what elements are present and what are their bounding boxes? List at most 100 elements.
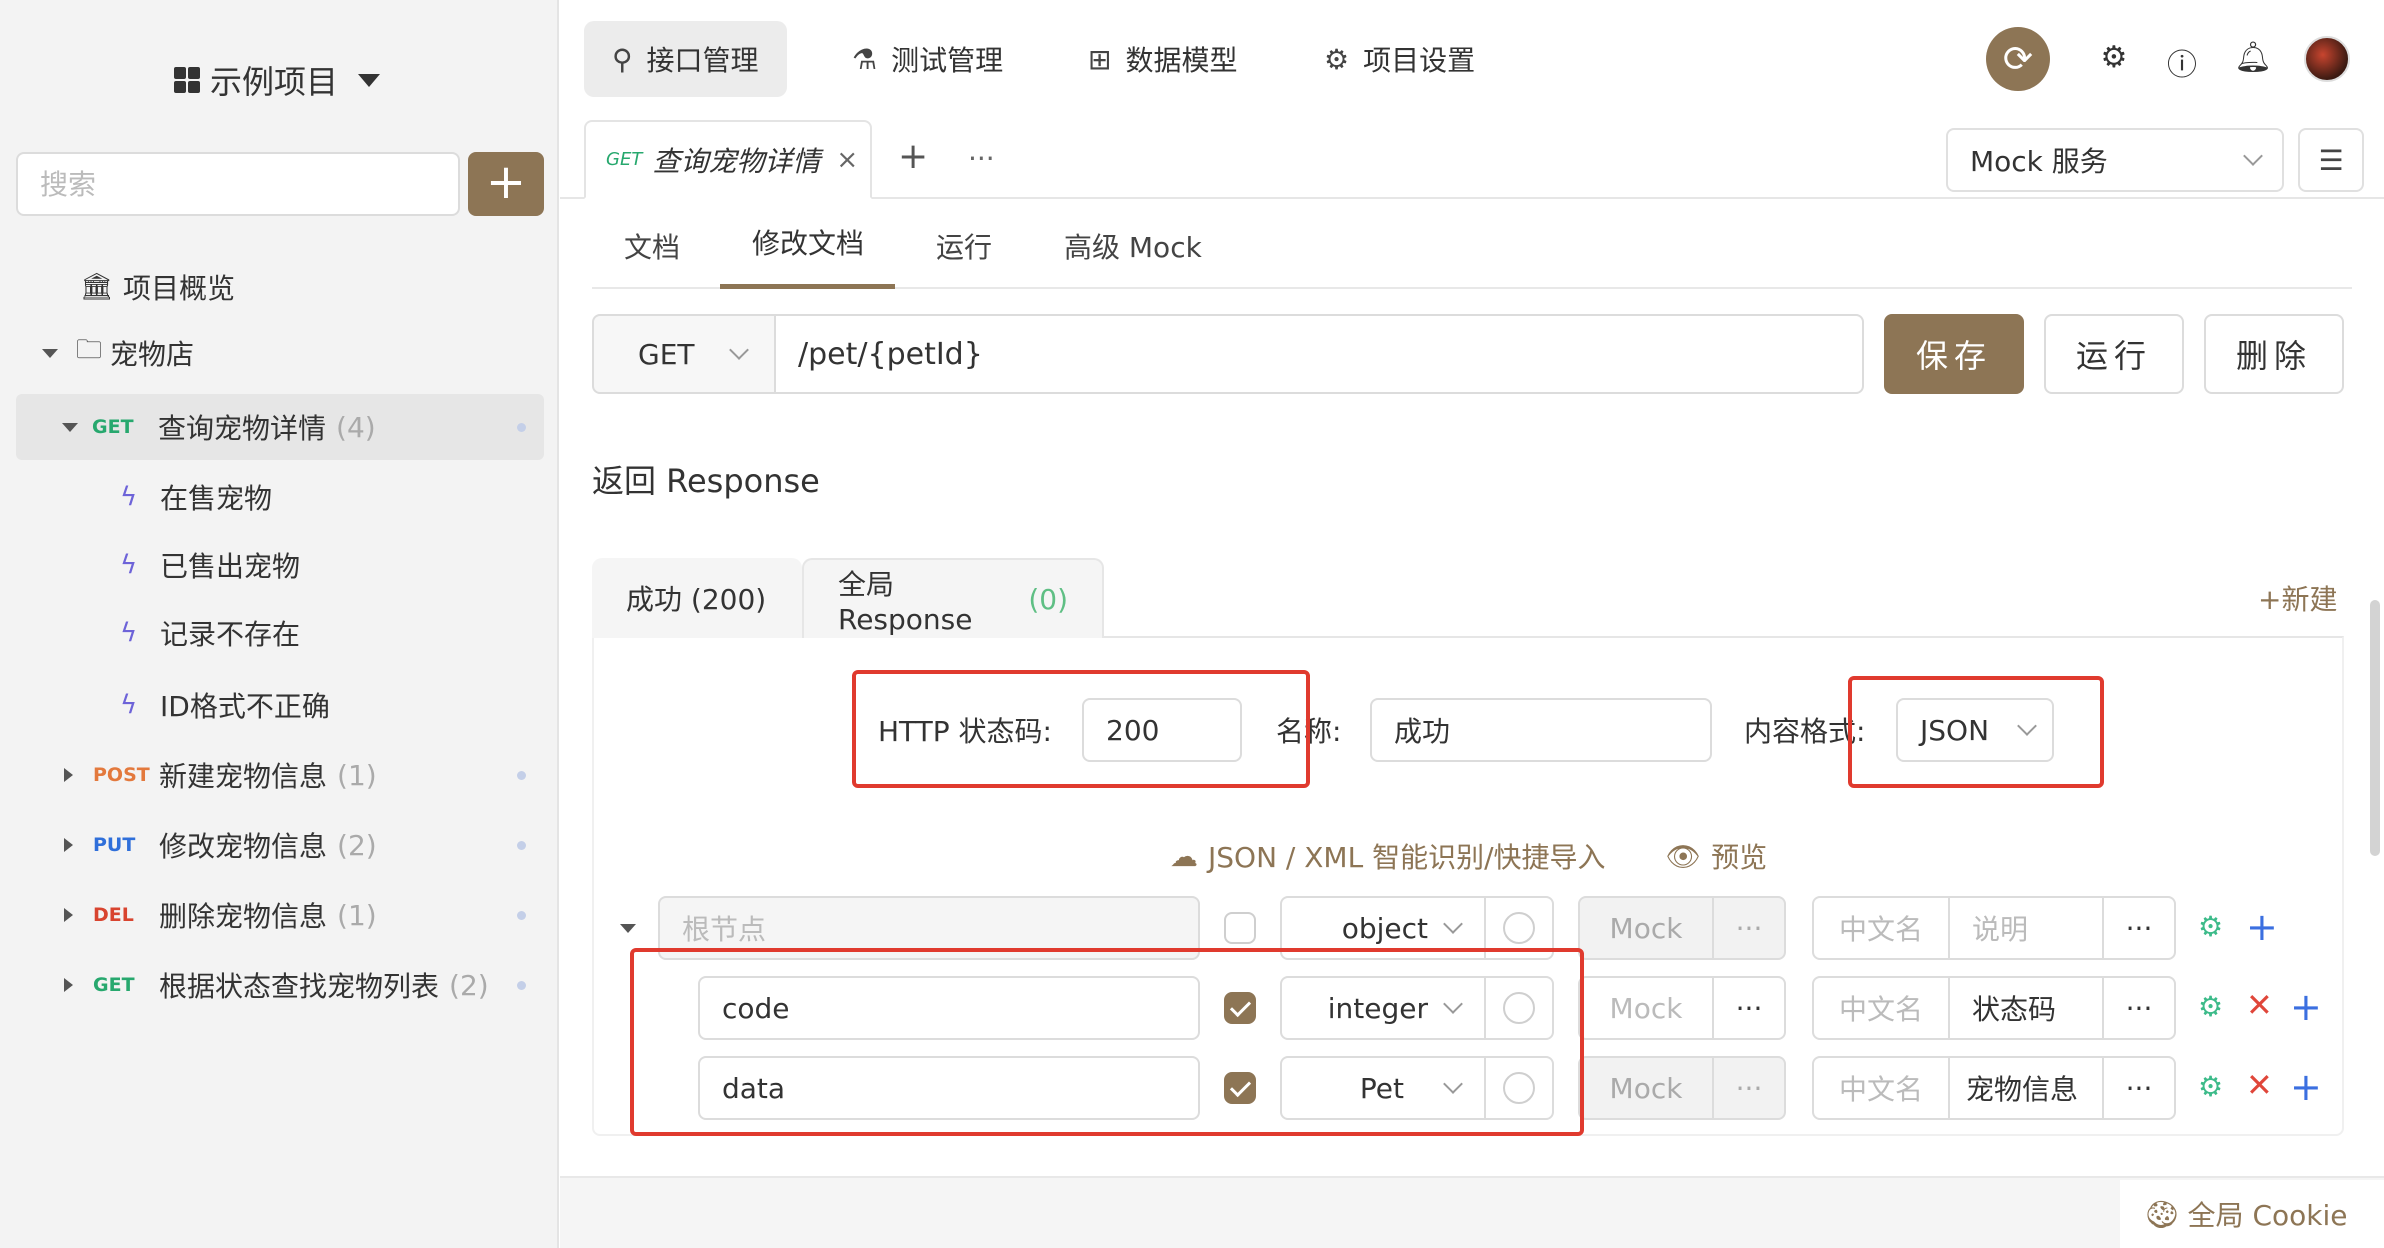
nav-test-management[interactable]: ⚗ 测试管理: [824, 21, 1031, 97]
grid-icon: [174, 67, 200, 93]
sidebar-endpoint-get-pet[interactable]: GET 查询宠物详情 (4): [16, 394, 544, 460]
delete-button[interactable]: 删除: [2204, 314, 2344, 394]
global-cookie-button[interactable]: 🍪︎ 全局 Cookie: [2120, 1180, 2384, 1248]
mock-more-button[interactable]: ···: [1712, 976, 1786, 1040]
content-format-select[interactable]: JSON: [1896, 698, 2054, 762]
path-input[interactable]: [774, 314, 1864, 394]
field-name-input[interactable]: code: [698, 976, 1200, 1040]
preview-link[interactable]: 预览: [1711, 836, 1767, 876]
caret-down-icon[interactable]: [620, 924, 636, 933]
field-name-input[interactable]: data: [698, 1056, 1200, 1120]
cn-name-field[interactable]: 中文名: [1812, 1056, 1950, 1120]
sidebar-folder-petstore[interactable]: 🗀 宠物店: [16, 320, 544, 386]
help-icon[interactable]: ⓘ: [2164, 40, 2200, 83]
status-code-label: HTTP 状态码:: [878, 715, 1052, 748]
method-select[interactable]: GET: [592, 314, 776, 394]
scrollbar[interactable]: [2370, 600, 2380, 856]
type-select[interactable]: integer: [1280, 976, 1486, 1040]
method-badge: DEL: [93, 904, 134, 926]
bolt-icon: ϟ: [120, 618, 138, 648]
more-button[interactable]: ···: [2102, 896, 2176, 960]
bolt-icon: ϟ: [120, 482, 138, 512]
delete-field-icon[interactable]: ✕: [2246, 986, 2273, 1024]
more-button[interactable]: ···: [2102, 1056, 2176, 1120]
mock-field[interactable]: Mock: [1578, 976, 1714, 1040]
nullable-checkbox[interactable]: [1503, 1072, 1535, 1104]
description-field[interactable]: 宠物信息: [1948, 1056, 2104, 1120]
new-response-button[interactable]: +新建: [2258, 578, 2337, 618]
section-title: 返回 Response: [592, 462, 820, 500]
more-tabs-button[interactable]: ···: [968, 142, 995, 175]
gear-icon[interactable]: ⚙: [2198, 990, 2223, 1023]
type-select[interactable]: object: [1280, 896, 1486, 960]
sidebar-case[interactable]: ϟ 在售宠物: [16, 464, 544, 530]
bolt-icon: ϟ: [120, 690, 138, 720]
type-value: object: [1341, 911, 1428, 945]
sidebar-endpoint-put-pet[interactable]: PUT 修改宠物信息 (2): [16, 812, 544, 878]
sidebar: 示例项目 + 🏛 项目概览 🗀 宠物店 GET 查询宠物详情 (4) ϟ 在售宠…: [0, 0, 559, 1248]
sidebar-endpoint-delete-pet[interactable]: DEL 删除宠物信息 (1): [16, 882, 544, 948]
required-checkbox[interactable]: [1224, 1072, 1256, 1104]
tab-docs[interactable]: 文档: [624, 226, 680, 266]
more-button[interactable]: ···: [2102, 976, 2176, 1040]
nav-project-settings[interactable]: ⚙ 项目设置: [1296, 21, 1503, 97]
settings-icon[interactable]: ⚙: [2096, 40, 2132, 76]
import-link[interactable]: JSON / XML 智能识别/快捷导入: [1208, 836, 1606, 876]
status-code-input[interactable]: [1082, 698, 1242, 762]
search-input[interactable]: [16, 152, 460, 216]
tab-response-global[interactable]: 全局 Response (0): [802, 558, 1104, 638]
nullable-cell: [1484, 896, 1554, 960]
save-button[interactable]: 保存: [1884, 314, 2024, 394]
bank-icon: 🏛: [80, 272, 114, 302]
cn-name-field[interactable]: 中文名: [1812, 976, 1950, 1040]
bell-icon[interactable]: 🔔︎: [2234, 40, 2272, 76]
type-value: Pet: [1359, 1071, 1404, 1105]
caret-right-icon: [64, 768, 73, 782]
project-switcher[interactable]: 示例项目: [174, 56, 381, 104]
nav-data-model[interactable]: ⊞ 数据模型: [1060, 21, 1265, 97]
nullable-checkbox[interactable]: [1503, 912, 1535, 944]
description-field[interactable]: 说明: [1948, 896, 2104, 960]
root-node-field: 根节点: [658, 896, 1200, 960]
gear-icon[interactable]: ⚙: [2198, 910, 2223, 943]
nav-api-management[interactable]: ⚲ 接口管理: [584, 21, 787, 97]
tab-run[interactable]: 运行: [936, 226, 992, 266]
sidebar-endpoint-post-pet[interactable]: POST 新建宠物信息 (1): [16, 742, 544, 808]
tab-get-pet-detail[interactable]: GET 查询宠物详情 ×: [584, 120, 872, 199]
sidebar-case[interactable]: ϟ ID格式不正确: [16, 672, 544, 738]
run-button[interactable]: 运行: [2044, 314, 2184, 394]
sync-button[interactable]: ⟳: [1986, 27, 2050, 91]
required-checkbox[interactable]: [1224, 992, 1256, 1024]
description-field[interactable]: 状态码: [1948, 976, 2104, 1040]
name-input[interactable]: [1370, 698, 1712, 762]
sidebar-endpoint-find-by-status[interactable]: GET 根据状态查找宠物列表 (2): [16, 952, 544, 1018]
new-tab-button[interactable]: +: [898, 136, 928, 177]
add-sibling-icon[interactable]: +: [2290, 988, 2322, 1026]
gear-icon[interactable]: ⚙: [2198, 1070, 2223, 1103]
tab-edit-docs[interactable]: 修改文档: [752, 222, 864, 262]
required-checkbox[interactable]: [1224, 912, 1256, 944]
add-child-icon[interactable]: +: [2246, 908, 2278, 946]
method-badge: POST: [93, 764, 150, 786]
avatar[interactable]: [2304, 36, 2350, 82]
nullable-cell: [1484, 976, 1554, 1040]
nullable-checkbox[interactable]: [1503, 992, 1535, 1024]
list-button[interactable]: ☰: [2298, 128, 2364, 192]
tab-response-success[interactable]: 成功 (200): [592, 558, 802, 638]
type-select[interactable]: Pet: [1280, 1056, 1486, 1120]
sync-icon: ⟳: [2002, 38, 2034, 80]
cn-name-field[interactable]: 中文名: [1812, 896, 1950, 960]
add-sibling-icon[interactable]: +: [2290, 1068, 2322, 1106]
type-value: integer: [1327, 991, 1428, 1025]
tab-advanced-mock[interactable]: 高级 Mock: [1064, 226, 1202, 266]
mock-service-select[interactable]: Mock 服务: [1946, 128, 2284, 192]
nav-label: 项目设置: [1363, 44, 1476, 77]
delete-field-icon[interactable]: ✕: [2246, 1066, 2273, 1104]
close-icon[interactable]: ×: [836, 145, 858, 175]
sidebar-item-overview[interactable]: 🏛 项目概览: [16, 254, 544, 320]
add-button[interactable]: +: [468, 152, 544, 216]
sidebar-case[interactable]: ϟ 记录不存在: [16, 600, 544, 666]
tab-label: 成功 (200): [626, 583, 767, 616]
sidebar-case[interactable]: ϟ 已售出宠物: [16, 532, 544, 598]
case-count: (4): [336, 410, 376, 444]
